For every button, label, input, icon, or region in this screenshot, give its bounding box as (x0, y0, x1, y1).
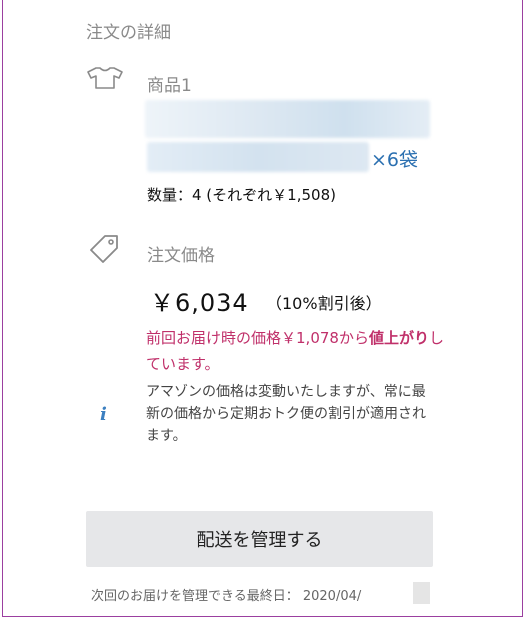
info-icon: i (100, 404, 107, 425)
section-title: 注文の詳細 (86, 23, 171, 43)
manage-deadline-text: 次回のお届けを管理できる最終日： 2020/04/ (91, 589, 362, 604)
shirt-icon (87, 67, 123, 89)
product-label: 商品1 (147, 76, 192, 96)
deadline-date-redacted (413, 582, 430, 604)
warning-text-bold: 値上がり (368, 329, 429, 347)
product-name-suffix-link[interactable]: ×6袋 (371, 145, 418, 172)
product-name-line2-redacted[interactable] (147, 142, 369, 172)
price-amount: ￥6,034 (150, 289, 249, 317)
price-change-note: アマゾンの価格は変動いたしますが、常に最新の価格から定期おトク便の割引が適用され… (146, 384, 426, 444)
product-name-line1-redacted[interactable] (145, 100, 430, 138)
manage-delivery-button[interactable]: 配送を管理する (86, 511, 433, 567)
discount-note: （10%割引後） (266, 294, 382, 313)
price-label: 注文価格 (147, 246, 215, 266)
quantity-text: 数量：4 (それぞれ￥1,508) (147, 186, 336, 204)
price-tag-icon (90, 235, 118, 263)
warning-text-1: 前回お届け時の価格￥1,078から (146, 329, 369, 347)
price-increase-warning: 前回お届け時の価格￥1,078から値上がりしています。 (146, 325, 446, 377)
